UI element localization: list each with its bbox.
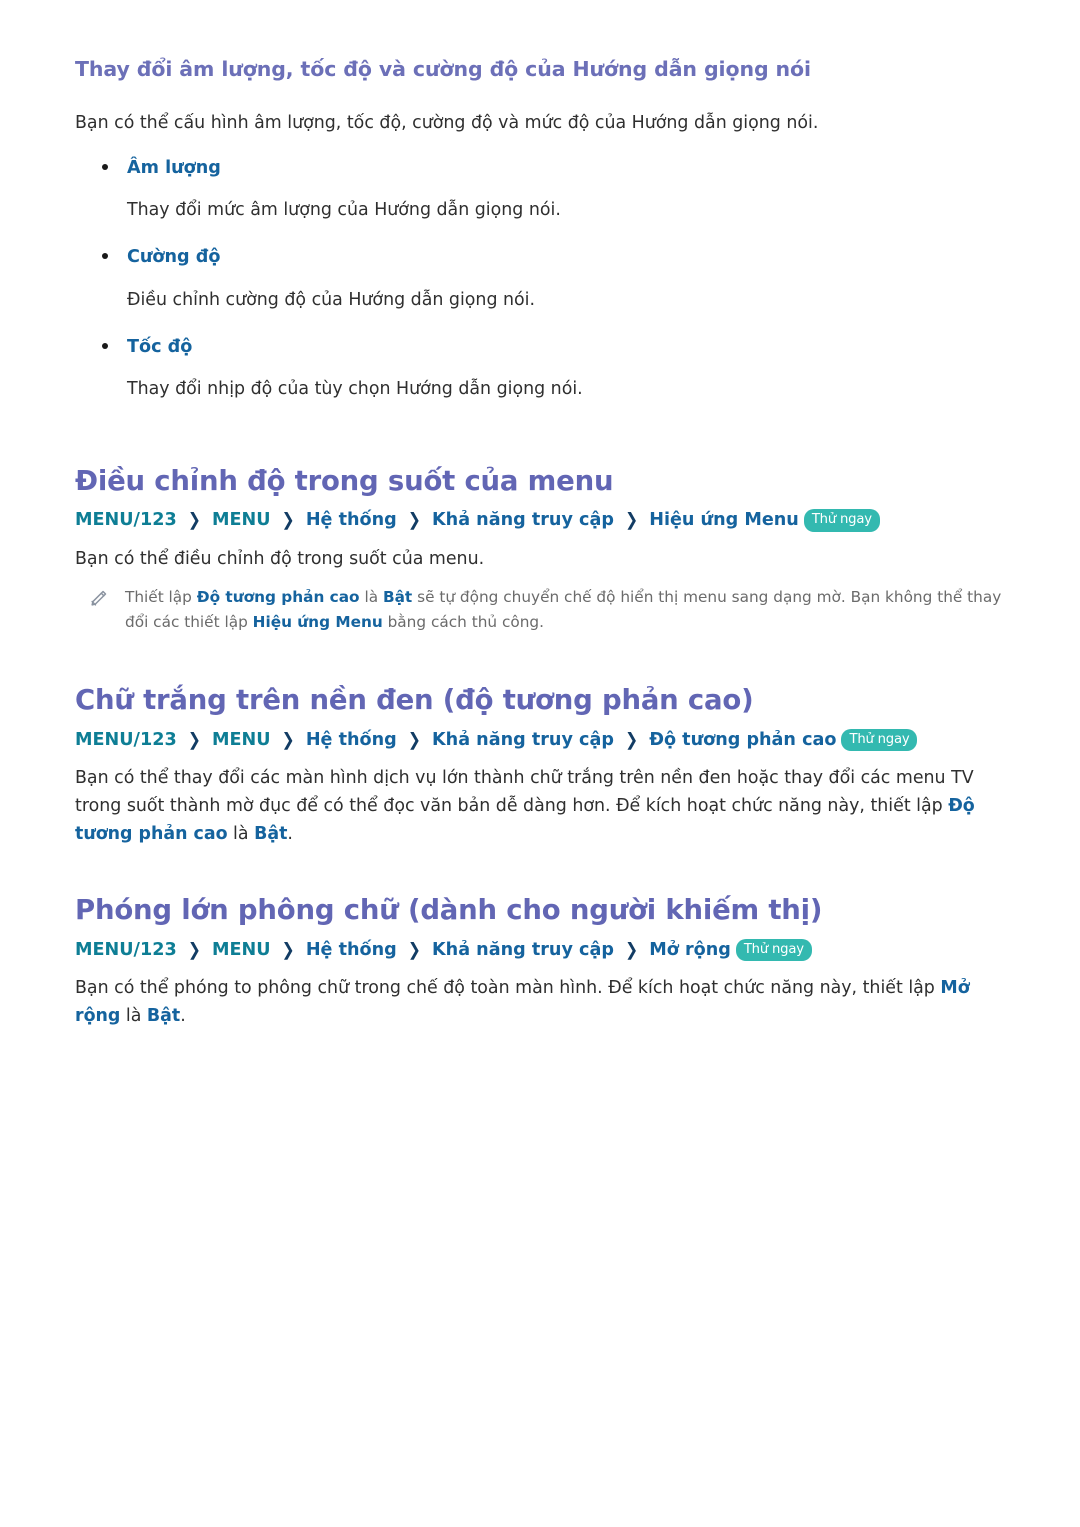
chevron-right-icon: ❯ bbox=[625, 510, 639, 531]
bullet-dot-icon bbox=[102, 163, 108, 170]
breadcrumb-high-contrast[interactable]: Độ tương phản cao bbox=[649, 730, 836, 750]
breadcrumb-enlarge[interactable]: Mở rộng bbox=[649, 940, 731, 960]
option-label-speed: Tốc độ bbox=[127, 336, 193, 357]
breadcrumb-menu[interactable]: MENU bbox=[212, 510, 271, 530]
list-item: Âm lượng Thay đổi mức âm lượng của Hướng… bbox=[75, 155, 1020, 224]
option-desc-pitch: Điều chỉnh cường độ của Hướng dẫn giọng … bbox=[127, 289, 536, 310]
chevron-right-icon: ❯ bbox=[281, 729, 295, 750]
chevron-right-icon: ❯ bbox=[407, 729, 421, 750]
list-item: Cường độ Điều chỉnh cường độ của Hướng d… bbox=[75, 244, 1020, 313]
breadcrumb-system[interactable]: Hệ thống bbox=[306, 730, 397, 750]
paragraph-part: là bbox=[227, 824, 255, 845]
term-on: Bật bbox=[254, 824, 288, 845]
section-heading-menu-transparency: Điều chỉnh độ trong suốt của menu bbox=[75, 465, 614, 498]
breadcrumb-accessibility[interactable]: Khả năng truy cập bbox=[432, 940, 614, 960]
chevron-right-icon: ❯ bbox=[187, 729, 201, 750]
note-block-menu-transparency: Thiết lập Độ tương phản cao là Bật sẽ tự… bbox=[75, 585, 1020, 635]
chevron-right-icon: ❯ bbox=[625, 729, 639, 750]
menu-path-menu-transparency: MENU/123 ❯ MENU ❯ Hệ thống ❯ Khả năng tr… bbox=[75, 506, 1020, 534]
note-text-menu-transparency: Thiết lập Độ tương phản cao là Bật sẽ tự… bbox=[125, 585, 1020, 635]
voice-guide-options-list: Âm lượng Thay đổi mức âm lượng của Hướng… bbox=[75, 155, 1020, 403]
section-heading-high-contrast: Chữ trắng trên nền đen (độ tương phản ca… bbox=[75, 684, 754, 717]
option-desc-speed: Thay đổi nhịp độ của tùy chọn Hướng dẫn … bbox=[127, 379, 583, 399]
body-paragraph-high-contrast: Bạn có thể thay đổi các màn hình dịch vụ… bbox=[75, 764, 1015, 849]
paragraph-part: là bbox=[120, 1005, 147, 1026]
note-text-part: bằng cách thủ công. bbox=[382, 612, 544, 631]
try-now-badge[interactable]: Thử ngay bbox=[735, 938, 812, 961]
paragraph-part: Bạn có thể thay đổi các màn hình dịch vụ… bbox=[75, 767, 974, 816]
list-item: Tốc độ Thay đổi nhịp độ của tùy chọn Hướ… bbox=[75, 334, 1020, 403]
breadcrumb-menu123[interactable]: MENU/123 bbox=[75, 940, 177, 960]
note-term-on: Bật bbox=[382, 587, 413, 606]
section-menu-transparency: Điều chỉnh độ trong suốt của menu MENU/1… bbox=[75, 463, 1020, 634]
chevron-right-icon: ❯ bbox=[281, 939, 295, 960]
paragraph-part: . bbox=[180, 1005, 186, 1026]
body-paragraph-enlarge-font: Bạn có thể phóng to phông chữ trong chế … bbox=[75, 974, 1015, 1030]
option-label-pitch: Cường độ bbox=[127, 247, 221, 268]
document-page: Thay đổi âm lượng, tốc độ và cường độ củ… bbox=[0, 0, 1080, 1030]
section-high-contrast: Chữ trắng trên nền đen (độ tương phản ca… bbox=[75, 682, 1020, 848]
body-paragraph-menu-transparency: Bạn có thể điều chỉnh độ trong suốt của … bbox=[75, 548, 485, 569]
chevron-right-icon: ❯ bbox=[407, 510, 421, 531]
chevron-right-icon: ❯ bbox=[187, 510, 201, 531]
option-label-volume: Âm lượng bbox=[127, 157, 221, 178]
option-desc-volume: Thay đổi mức âm lượng của Hướng dẫn giọn… bbox=[127, 200, 561, 221]
chevron-right-icon: ❯ bbox=[281, 510, 295, 531]
breadcrumb-accessibility[interactable]: Khả năng truy cập bbox=[432, 510, 614, 530]
breadcrumb-system[interactable]: Hệ thống bbox=[306, 940, 397, 960]
term-on: Bật bbox=[146, 1005, 181, 1026]
note-term-menu-effect: Hiệu ứng Menu bbox=[252, 612, 383, 631]
breadcrumb-menu123[interactable]: MENU/123 bbox=[75, 510, 177, 530]
chevron-right-icon: ❯ bbox=[407, 939, 421, 960]
intro-paragraph-voice-guide: Bạn có thể cấu hình âm lượng, tốc độ, cư… bbox=[75, 112, 819, 133]
section-heading-enlarge-font: Phóng lớn phông chữ (dành cho người khiế… bbox=[75, 894, 823, 927]
section-voice-guide: Thay đổi âm lượng, tốc độ và cường độ củ… bbox=[75, 56, 1020, 403]
chevron-right-icon: ❯ bbox=[625, 939, 639, 960]
breadcrumb-accessibility[interactable]: Khả năng truy cập bbox=[432, 730, 614, 750]
pencil-icon bbox=[87, 588, 109, 610]
paragraph-part: . bbox=[287, 824, 293, 845]
breadcrumb-menu[interactable]: MENU bbox=[212, 730, 271, 750]
bullet-dot-icon bbox=[102, 342, 108, 349]
paragraph-part: Bạn có thể phóng to phông chữ trong chế … bbox=[75, 977, 941, 998]
note-text-part: là bbox=[359, 587, 383, 606]
try-now-badge[interactable]: Thử ngay bbox=[803, 509, 880, 532]
try-now-badge[interactable]: Thử ngay bbox=[841, 728, 918, 751]
breadcrumb-menu-effect[interactable]: Hiệu ứng Menu bbox=[649, 510, 799, 530]
menu-path-enlarge-font: MENU/123 ❯ MENU ❯ Hệ thống ❯ Khả năng tr… bbox=[75, 936, 1020, 964]
section-heading-voice-guide: Thay đổi âm lượng, tốc độ và cường độ củ… bbox=[75, 57, 811, 81]
breadcrumb-menu[interactable]: MENU bbox=[212, 940, 271, 960]
note-term-high-contrast: Độ tương phản cao bbox=[196, 587, 360, 606]
bullet-dot-icon bbox=[102, 253, 108, 260]
menu-path-high-contrast: MENU/123 ❯ MENU ❯ Hệ thống ❯ Khả năng tr… bbox=[75, 726, 1020, 754]
note-text-part: Thiết lập bbox=[125, 587, 197, 606]
breadcrumb-system[interactable]: Hệ thống bbox=[306, 510, 397, 530]
section-enlarge-font: Phóng lớn phông chữ (dành cho người khiế… bbox=[75, 892, 1020, 1030]
breadcrumb-menu123[interactable]: MENU/123 bbox=[75, 730, 177, 750]
chevron-right-icon: ❯ bbox=[187, 939, 201, 960]
